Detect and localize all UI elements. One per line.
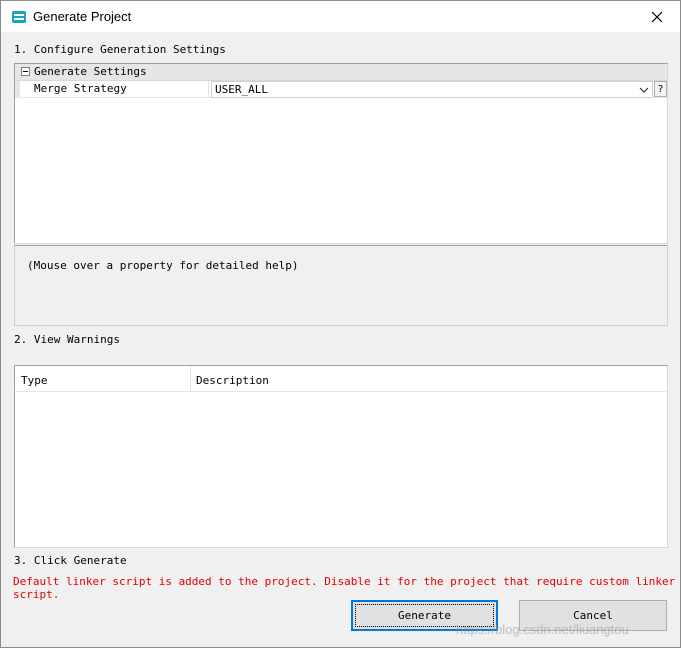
property-name: Merge Strategy [34, 82, 127, 95]
merge-strategy-dropdown[interactable]: USER_ALL [211, 81, 653, 98]
column-separator[interactable] [190, 366, 191, 391]
close-icon [651, 11, 663, 22]
app-icon [12, 11, 26, 23]
cancel-button-label: Cancel [573, 609, 613, 622]
close-button[interactable] [634, 1, 680, 32]
window-title: Generate Project [33, 9, 132, 24]
collapse-icon[interactable] [21, 67, 30, 76]
table-header: Type Description [15, 366, 667, 392]
column-header-type[interactable]: Type [21, 374, 48, 387]
linker-script-message: Default linker script is added to the pr… [13, 575, 676, 601]
watermark: https://blog.csdn.net/liuangtou [456, 622, 629, 637]
dropdown-value: USER_ALL [215, 83, 268, 96]
row-strip [15, 81, 20, 97]
section-generate-label: 3. Click Generate [14, 554, 127, 567]
section-configure-label: 1. Configure Generation Settings [14, 43, 226, 56]
column-header-description[interactable]: Description [196, 374, 269, 387]
property-grid[interactable]: Generate Settings Merge Strategy USER_AL… [14, 63, 668, 244]
section-warnings-label: 2. View Warnings [14, 333, 120, 346]
property-row-merge-strategy[interactable]: Merge Strategy USER_ALL ? [15, 81, 667, 98]
help-button[interactable]: ? [654, 81, 667, 97]
warnings-table[interactable]: Type Description [14, 365, 668, 548]
column-divider [208, 81, 209, 97]
help-text: (Mouse over a property for detailed help… [27, 259, 299, 272]
generate-project-dialog: Generate Project 1. Configure Generation… [0, 0, 681, 648]
chevron-down-icon[interactable] [639, 85, 649, 95]
property-category[interactable]: Generate Settings [15, 64, 667, 81]
help-panel: (Mouse over a property for detailed help… [14, 245, 668, 326]
category-label: Generate Settings [34, 65, 147, 78]
title-bar: Generate Project [1, 1, 680, 32]
